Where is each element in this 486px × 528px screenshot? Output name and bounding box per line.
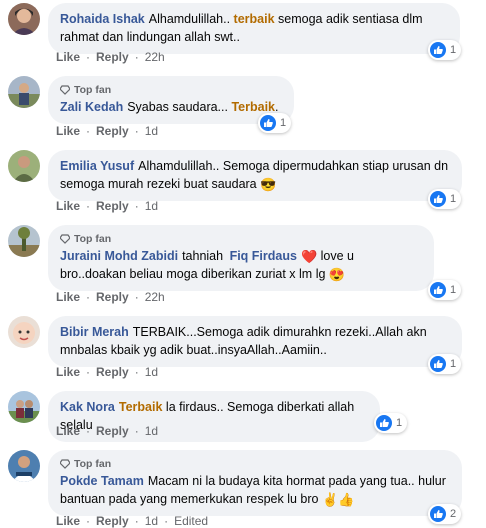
comment-bubble: Bibir Merah TERBAIK...Semoga adik dimurah… — [48, 316, 462, 367]
comment-bubble: Top fan Pokde Tamam Macam ni la budaya ki… — [48, 450, 462, 516]
avatar[interactable] — [8, 225, 40, 257]
reaction-count[interactable]: 1 — [428, 40, 462, 60]
reaction-number: 1 — [450, 358, 457, 370]
reply-button[interactable]: Reply — [96, 50, 129, 64]
top-fan-badge: Top fan — [60, 83, 282, 97]
like-thumb-icon — [430, 356, 446, 372]
comment-time[interactable]: 1d — [145, 424, 158, 438]
comment-time[interactable]: 22h — [145, 50, 165, 64]
reply-button[interactable]: Reply — [96, 290, 129, 304]
reaction-count[interactable]: 1 — [258, 113, 292, 133]
reaction-number: 1 — [450, 193, 457, 205]
emoji: ✌️👍 — [321, 492, 355, 507]
like-button[interactable]: Like — [56, 424, 80, 438]
like-button[interactable]: Like — [56, 365, 80, 379]
like-thumb-icon — [430, 282, 446, 298]
comment-author[interactable]: Zali Kedah — [60, 100, 123, 114]
comment-actions: Like · Reply · 22h — [56, 290, 165, 304]
like-thumb-icon — [430, 191, 446, 207]
comment-actions: Like · Reply · 1d — [56, 124, 159, 138]
reaction-count[interactable]: 1 — [428, 354, 462, 374]
reaction-count[interactable]: 2 — [428, 504, 462, 524]
comment-time[interactable]: 1d — [145, 514, 158, 528]
comment-author[interactable]: Kak Nora — [60, 400, 115, 414]
avatar[interactable] — [8, 391, 40, 423]
reaction-number: 1 — [280, 117, 287, 129]
reaction-count[interactable]: 1 — [428, 280, 462, 300]
comment-author[interactable]: Rohaida Ishak — [60, 12, 145, 26]
comment-author[interactable]: Juraini Mohd Zabidi — [60, 249, 178, 263]
comment-tag[interactable]: Terbaik — [231, 100, 275, 114]
comment-tag[interactable]: Terbaik — [119, 400, 163, 414]
diamond-badge-icon — [60, 459, 70, 469]
reaction-number: 2 — [450, 508, 457, 520]
reaction-number: 1 — [450, 284, 457, 296]
comment-text: Syabas saudara... — [127, 100, 228, 114]
like-thumb-icon — [376, 415, 392, 431]
reply-button[interactable]: Reply — [96, 514, 129, 528]
comment-bubble: Top fan Juraini Mohd Zabidi tahniah Fiq F… — [48, 225, 434, 291]
like-button[interactable]: Like — [56, 199, 80, 213]
like-thumb-icon — [260, 115, 276, 131]
like-button[interactable]: Like — [56, 124, 80, 138]
like-button[interactable]: Like — [56, 50, 80, 64]
comment-text-continued: . — [275, 100, 279, 114]
comment-actions: Like · Reply · 1d — [56, 365, 159, 379]
comment-author[interactable]: Pokde Tamam — [60, 474, 144, 488]
comment-actions: Like · Reply · 1d — [56, 424, 159, 438]
reply-button[interactable]: Reply — [96, 424, 129, 438]
comment-actions: Like · Reply · 1d — [56, 199, 159, 213]
emoji: 😍 — [328, 267, 346, 282]
reaction-count[interactable]: 1 — [428, 189, 462, 209]
comment-tag[interactable]: terbaik — [234, 12, 275, 26]
comment-actions: Like · Reply · 1d · Edited — [56, 514, 209, 528]
edited-label[interactable]: Edited — [174, 514, 208, 528]
mention-link[interactable]: Fiq Firdaus — [230, 249, 297, 263]
reaction-count[interactable]: 1 — [374, 413, 408, 433]
avatar[interactable] — [8, 316, 40, 348]
comment-time[interactable]: 1d — [145, 124, 158, 138]
emoji: 😎 — [260, 177, 277, 192]
comment-time[interactable]: 22h — [145, 290, 165, 304]
like-button[interactable]: Like — [56, 290, 80, 304]
top-fan-badge: Top fan — [60, 457, 450, 471]
avatar[interactable] — [8, 3, 40, 35]
comment-text: tahniah — [182, 249, 224, 263]
like-button[interactable]: Like — [56, 514, 80, 528]
comment-bubble: Rohaida Ishak Alhamdulillah.. terbaik sem… — [48, 3, 460, 54]
diamond-badge-icon — [60, 85, 70, 95]
avatar[interactable] — [8, 76, 40, 108]
diamond-badge-icon — [60, 234, 70, 244]
comment-time[interactable]: 1d — [145, 365, 158, 379]
heart-emoji: ❤️ — [300, 249, 318, 264]
reply-button[interactable]: Reply — [96, 124, 129, 138]
reaction-number: 1 — [450, 44, 457, 56]
like-thumb-icon — [430, 42, 446, 58]
like-thumb-icon — [430, 506, 446, 522]
reaction-number: 1 — [396, 417, 403, 429]
comment-text: Alhamdulillah.. — [148, 12, 231, 26]
comment-author[interactable]: Bibir Merah — [60, 325, 129, 339]
reply-button[interactable]: Reply — [96, 365, 129, 379]
comment-bubble: Emilia Yusuf Alhamdulillah.. Semoga diper… — [48, 150, 462, 201]
top-fan-badge: Top fan — [60, 232, 422, 246]
avatar[interactable] — [8, 150, 40, 182]
avatar[interactable] — [8, 450, 40, 482]
reply-button[interactable]: Reply — [96, 199, 129, 213]
comment-actions: Like · Reply · 22h — [56, 50, 165, 64]
comment-bubble: Top fan Zali Kedah Syabas saudara... Terb… — [48, 76, 294, 124]
comment-time[interactable]: 1d — [145, 199, 158, 213]
comment-author[interactable]: Emilia Yusuf — [60, 159, 134, 173]
